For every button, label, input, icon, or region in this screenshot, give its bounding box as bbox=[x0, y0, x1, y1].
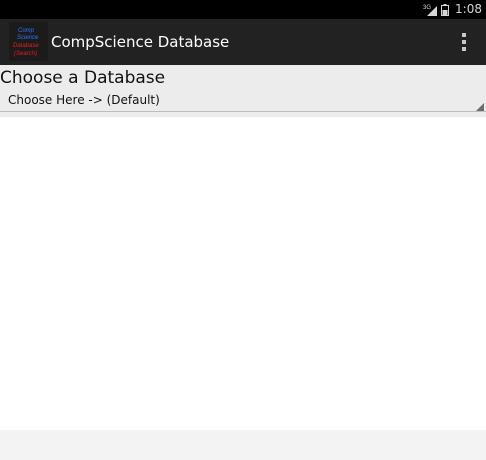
choose-database-heading: Choose a Database bbox=[0, 68, 166, 88]
bottom-bar bbox=[0, 430, 486, 460]
logo-line-2: Science bbox=[17, 35, 39, 41]
signal-icon: 3G bbox=[423, 3, 438, 16]
logo-line-1: Comp bbox=[18, 28, 35, 34]
status-time: 1:08 bbox=[455, 2, 482, 16]
logo-line-4: (Search) bbox=[14, 51, 37, 57]
overflow-menu-icon[interactable] bbox=[460, 33, 468, 51]
status-bar: 3G 1:08 bbox=[0, 0, 486, 19]
action-bar: Comp Science Database (Search) CompScien… bbox=[0, 19, 486, 65]
status-icons: 3G 1:08 bbox=[423, 0, 482, 19]
overflow-dot bbox=[462, 40, 466, 44]
app-title: CompScience Database bbox=[51, 33, 230, 51]
battery-icon bbox=[441, 3, 450, 16]
database-spinner[interactable]: Choose Here -> (Default) bbox=[0, 90, 486, 112]
overflow-dot bbox=[462, 33, 466, 37]
main-content-area bbox=[0, 117, 486, 430]
spinner-underline bbox=[0, 111, 486, 112]
app-screen: 3G 1:08 Comp Science Database (Search) C… bbox=[0, 0, 486, 460]
spinner-dropdown-icon bbox=[476, 103, 484, 111]
network-type-label: 3G bbox=[423, 5, 431, 11]
app-logo[interactable]: Comp Science Database (Search) bbox=[9, 22, 48, 61]
database-chooser: Choose a Database Choose Here -> (Defaul… bbox=[0, 65, 486, 117]
spinner-selected-value: Choose Here -> (Default) bbox=[8, 93, 160, 107]
logo-line-3: Database bbox=[13, 43, 39, 49]
overflow-dot bbox=[462, 47, 466, 51]
